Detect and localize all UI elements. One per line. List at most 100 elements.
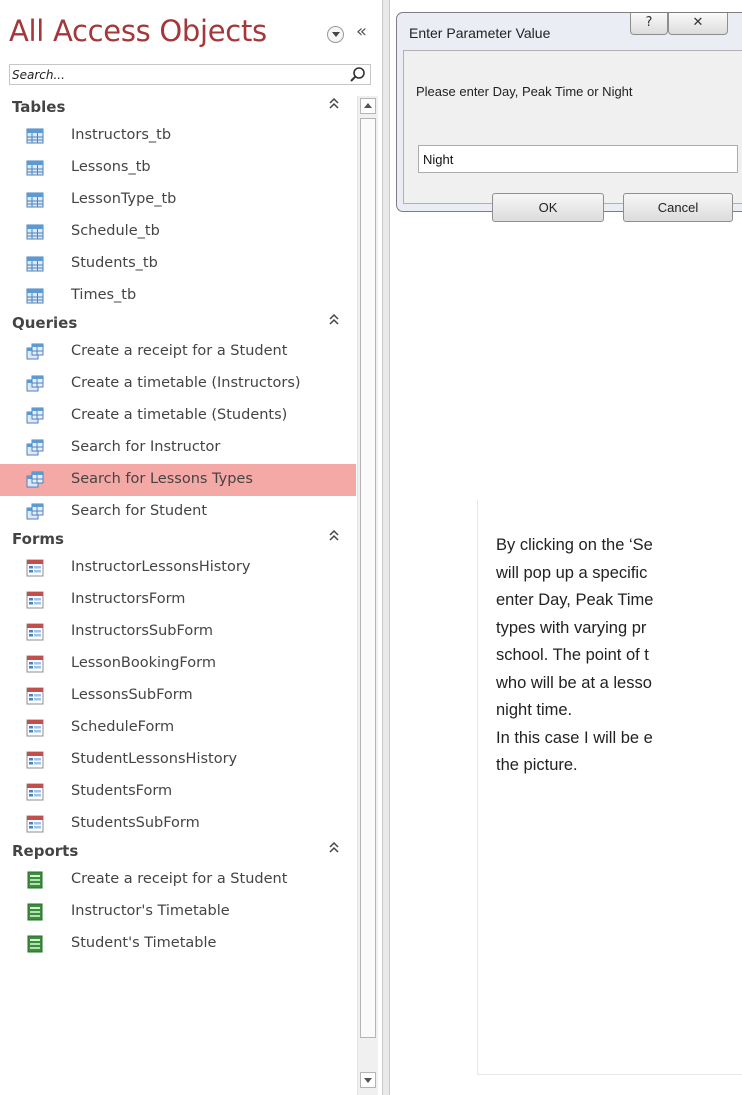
query-icon [26, 375, 44, 393]
nav-item-lessonssubform[interactable]: LessonsSubForm [0, 680, 356, 712]
document-line: enter Day, Peak Time [496, 591, 654, 609]
document-line: who will be at a lesso [496, 673, 652, 692]
nav-item-search-for-student[interactable]: Search for Student [0, 496, 356, 528]
group-header-tables[interactable]: Tables [0, 96, 356, 120]
scroll-up-icon[interactable] [360, 98, 376, 114]
nav-item-instructorsform[interactable]: InstructorsForm [0, 584, 356, 616]
double-chevron-up-icon[interactable] [329, 97, 339, 115]
ok-button[interactable]: OK [492, 193, 604, 222]
nav-item-label: Search for Lessons Types [71, 471, 253, 487]
nav-item-instructor-s-timetable[interactable]: Instructor's Timetable [0, 896, 356, 928]
double-chevron-up-icon[interactable] [329, 841, 339, 859]
nav-item-search-for-instructor[interactable]: Search for Instructor [0, 432, 356, 464]
table-icon [26, 287, 44, 305]
nav-item-label: Create a timetable (Students) [71, 407, 288, 423]
nav-item-times-tb[interactable]: Times_tb [0, 280, 356, 312]
table-icon [26, 159, 44, 177]
nav-item-instructorlessonshistory[interactable]: InstructorLessonsHistory [0, 552, 356, 584]
cancel-button[interactable]: Cancel [623, 193, 733, 222]
report-icon [26, 935, 44, 953]
nav-item-create-a-timetable-students[interactable]: Create a timetable (Students) [0, 400, 356, 432]
form-icon [26, 783, 44, 801]
nav-item-scheduleform[interactable]: ScheduleForm [0, 712, 356, 744]
table-icon [26, 127, 44, 145]
table-icon [26, 255, 44, 273]
query-icon [26, 439, 44, 457]
group-label: Queries [12, 314, 78, 332]
pane-splitter[interactable] [382, 0, 390, 1095]
help-button[interactable]: ? [630, 13, 668, 35]
nav-item-schedule-tb[interactable]: Schedule_tb [0, 216, 356, 248]
nav-item-label: ScheduleForm [71, 719, 175, 735]
nav-item-student-s-timetable[interactable]: Student's Timetable [0, 928, 356, 960]
search-input[interactable] [12, 66, 342, 83]
nav-item-studentssubform[interactable]: StudentsSubForm [0, 808, 356, 840]
search-icon[interactable] [349, 66, 367, 84]
nav-item-label: Students_tb [71, 255, 158, 271]
table-icon [26, 191, 44, 209]
document-line: night time. [496, 701, 573, 719]
form-icon [26, 687, 44, 705]
nav-item-studentsform[interactable]: StudentsForm [0, 776, 356, 808]
parameter-dialog: Enter Parameter Value ? ✕ Please enter D… [396, 12, 742, 222]
nav-item-label: Create a receipt for a Student [71, 871, 288, 887]
report-icon [26, 871, 44, 889]
group-label: Reports [12, 842, 79, 860]
form-icon [26, 655, 44, 673]
nav-item-instructors-tb[interactable]: Instructors_tb [0, 120, 356, 152]
nav-item-label: Schedule_tb [71, 223, 160, 239]
nav-item-students-tb[interactable]: Students_tb [0, 248, 356, 280]
scroll-thumb[interactable] [360, 118, 376, 1038]
nav-item-instructorssubform[interactable]: InstructorsSubForm [0, 616, 356, 648]
close-button[interactable]: ✕ [668, 13, 728, 35]
nav-item-create-a-timetable-instructors[interactable]: Create a timetable (Instructors) [0, 368, 356, 400]
group-header-forms[interactable]: Forms [0, 528, 356, 552]
nav-item-create-a-receipt-for-a-student[interactable]: Create a receipt for a Student [0, 864, 356, 896]
nav-item-label: InstructorLessonsHistory [71, 559, 251, 575]
form-icon [26, 623, 44, 641]
nav-item-label: Lessons_tb [71, 159, 151, 175]
nav-item-label: StudentsForm [71, 783, 173, 799]
group-label: Forms [12, 530, 64, 548]
report-icon [26, 903, 44, 921]
nav-item-label: Search for Instructor [71, 439, 221, 455]
parameter-input[interactable] [418, 145, 738, 173]
group-header-queries[interactable]: Queries [0, 312, 356, 336]
chevron-down-circle-icon[interactable] [327, 26, 344, 43]
nav-item-label: StudentsSubForm [71, 815, 200, 831]
form-icon [26, 591, 44, 609]
nav-item-label: Student's Timetable [71, 935, 217, 951]
nav-object-list: Tables Instructors_tb Lessons_tb LessonType… [0, 96, 356, 960]
form-icon [26, 559, 44, 577]
document-text-box: By clicking on the ‘Se will pop up a spec… [477, 500, 742, 1075]
nav-item-lessonbookingform[interactable]: LessonBookingForm [0, 648, 356, 680]
dialog-title: Enter Parameter Value [409, 25, 551, 41]
nav-item-label: Search for Student [71, 503, 208, 519]
query-icon [26, 471, 44, 489]
nav-title[interactable]: All Access Objects [9, 14, 267, 48]
double-chevron-left-icon[interactable]: « [356, 22, 367, 42]
nav-item-lessontype-tb[interactable]: LessonType_tb [0, 184, 356, 216]
query-icon [26, 407, 44, 425]
nav-item-label: InstructorsSubForm [71, 623, 214, 639]
document-line: In this case I will be e [496, 728, 653, 747]
form-icon [26, 719, 44, 737]
double-chevron-up-icon[interactable] [329, 529, 339, 547]
query-icon [26, 503, 44, 521]
scroll-down-icon[interactable] [360, 1072, 376, 1088]
nav-item-label: Instructors_tb [71, 127, 172, 143]
nav-item-studentlessonshistory[interactable]: StudentLessonsHistory [0, 744, 356, 776]
form-icon [26, 751, 44, 769]
group-header-reports[interactable]: Reports [0, 840, 356, 864]
nav-item-create-a-receipt-for-a-student[interactable]: Create a receipt for a Student [0, 336, 356, 368]
form-icon [26, 815, 44, 833]
nav-item-search-for-lessons-types[interactable]: Search for Lessons Types [0, 464, 356, 496]
vertical-scrollbar[interactable] [357, 96, 378, 1095]
double-chevron-up-icon[interactable] [329, 313, 339, 331]
dialog-body: Please enter Day, Peak Time or Night OK … [403, 50, 742, 222]
table-icon [26, 223, 44, 241]
nav-item-lessons-tb[interactable]: Lessons_tb [0, 152, 356, 184]
nav-item-label: LessonBookingForm [71, 655, 216, 671]
dialog-prompt: Please enter Day, Peak Time or Night [416, 84, 633, 99]
nav-item-label: InstructorsForm [71, 591, 186, 607]
